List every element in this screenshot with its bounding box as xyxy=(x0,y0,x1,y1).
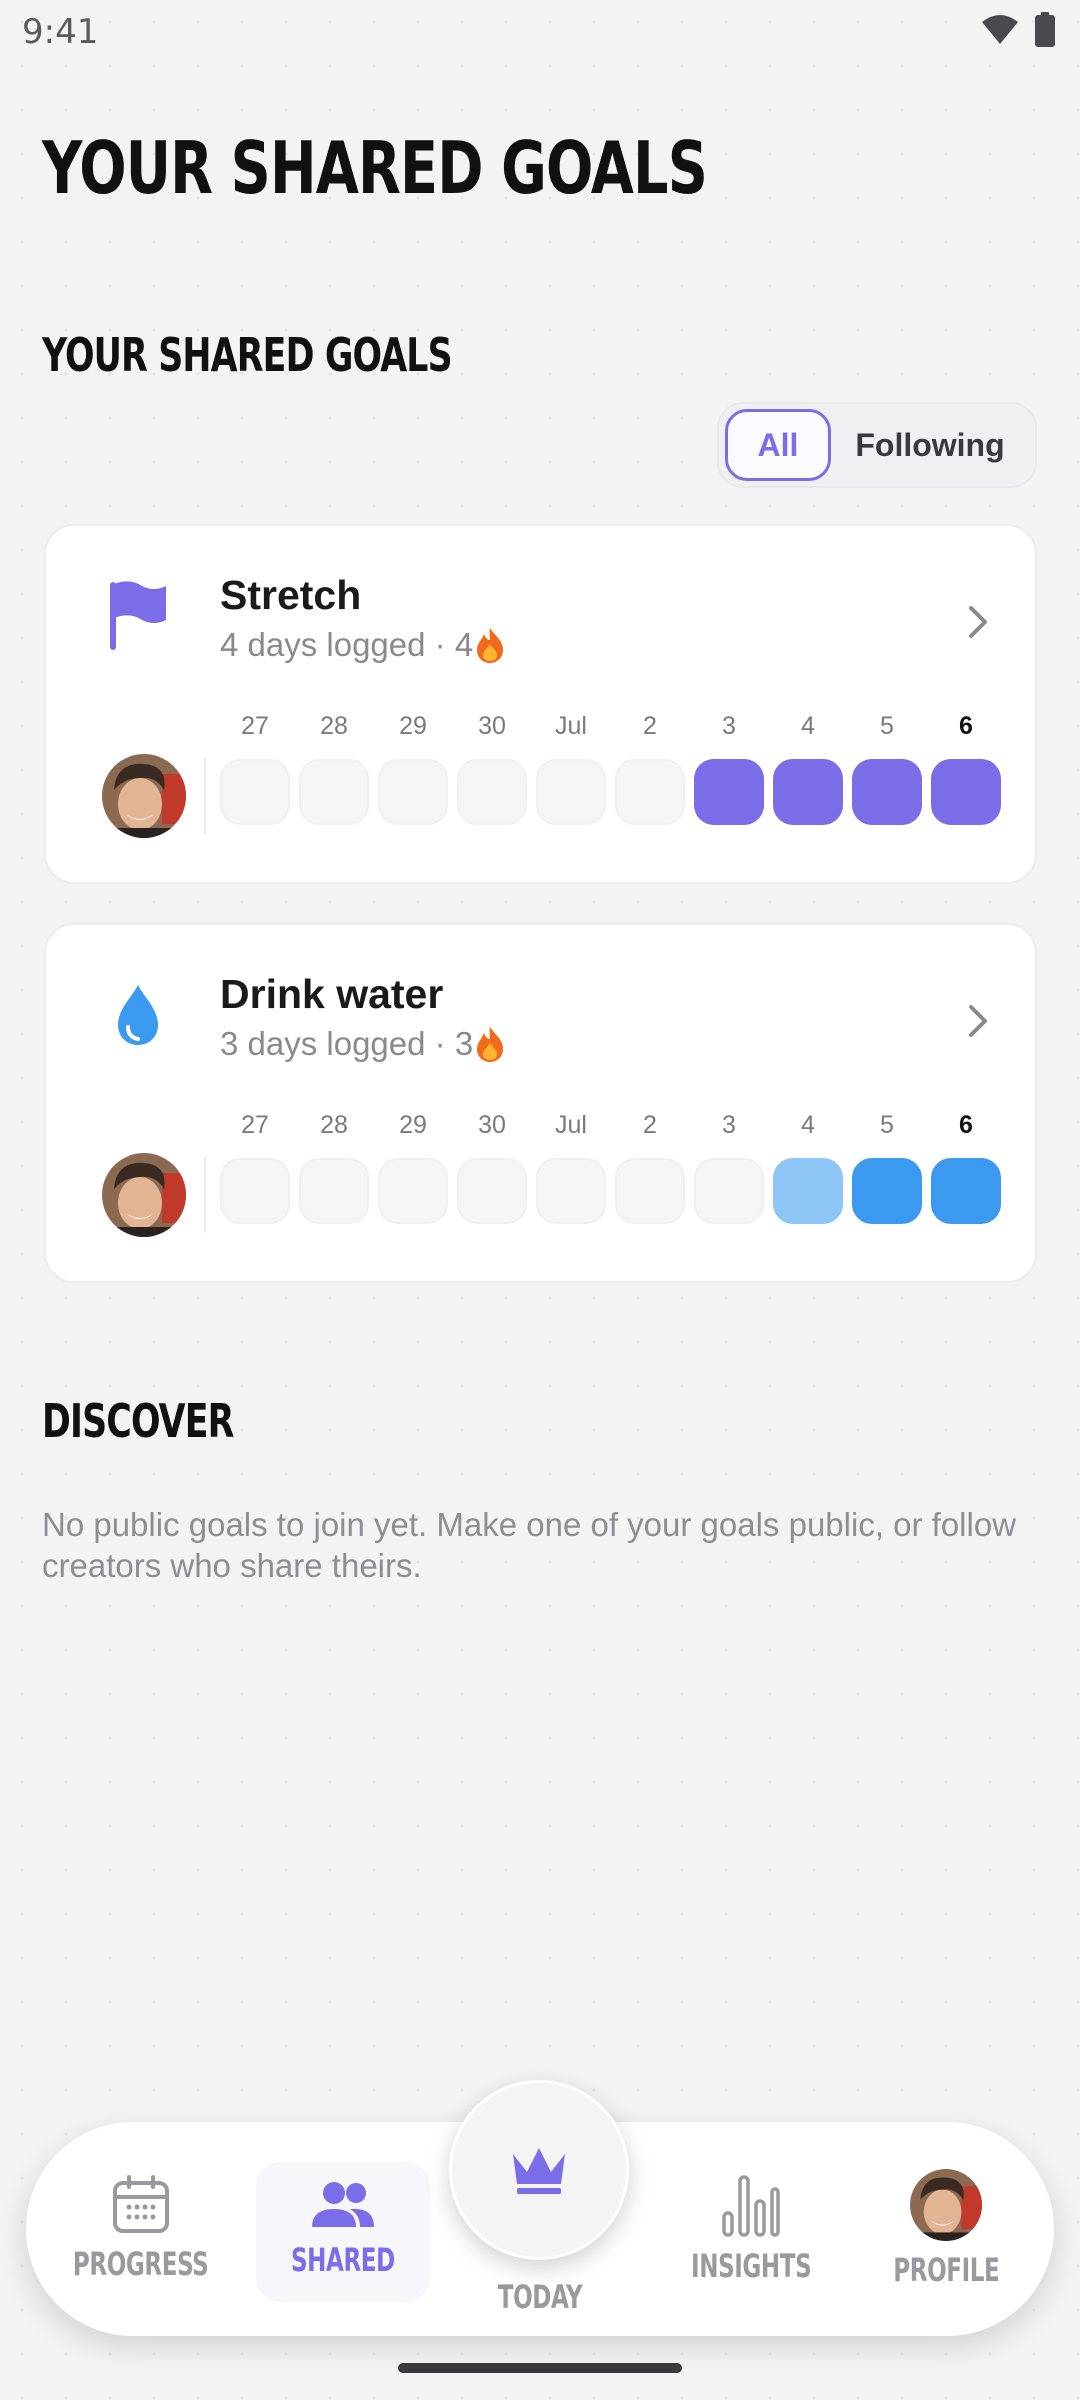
filter-following-button[interactable]: Following xyxy=(831,409,1029,481)
day-cell[interactable] xyxy=(220,759,290,825)
day-label: 30 xyxy=(478,712,506,740)
goal-subtitle-text: 3 days logged · 3 xyxy=(220,1025,474,1062)
day-label: Jul xyxy=(555,712,587,740)
day-label: 2 xyxy=(643,712,657,740)
nav-profile[interactable]: PROFILE xyxy=(866,2122,1026,2336)
goal-card-stretch[interactable]: Stretch 4 days logged · 4 27 28 29 30 Ju… xyxy=(44,524,1037,884)
nav-shared[interactable]: SHARED xyxy=(256,2122,430,2336)
day-label: 27 xyxy=(241,1111,269,1139)
goal-title: Drink water xyxy=(220,971,444,1017)
day-label: 29 xyxy=(399,712,427,740)
day-label: 3 xyxy=(722,712,736,740)
wifi-icon xyxy=(982,15,1018,44)
profile-avatar xyxy=(910,2169,982,2241)
filter-segmented-control: All Following xyxy=(717,402,1037,488)
status-bar: 9:41 xyxy=(0,0,1080,66)
goal-subtitle: 4 days logged · 4 xyxy=(220,626,507,664)
day-cell[interactable] xyxy=(457,1158,527,1224)
avatar[interactable] xyxy=(102,1153,186,1237)
day-cell[interactable] xyxy=(852,759,922,825)
day-label: 2 xyxy=(643,1111,657,1139)
day-labels: 27 28 29 30 Jul 2 3 4 5 6 xyxy=(220,1111,1001,1140)
battery-icon xyxy=(1035,12,1055,47)
day-cell[interactable] xyxy=(931,759,1001,825)
day-cell[interactable] xyxy=(299,759,369,825)
divider xyxy=(204,1157,206,1233)
nav-insights[interactable]: INSIGHTS xyxy=(666,2122,836,2336)
day-label: 5 xyxy=(880,1111,894,1139)
day-cell[interactable] xyxy=(220,1158,290,1224)
day-label: 3 xyxy=(722,1111,736,1139)
discover-title: DISCOVER xyxy=(42,1394,234,1448)
home-indicator xyxy=(398,2363,682,2373)
day-cells xyxy=(220,1158,1001,1224)
status-icons xyxy=(980,12,1056,48)
day-cell[interactable] xyxy=(457,759,527,825)
filter-all-button[interactable]: All xyxy=(725,409,831,481)
day-cell[interactable] xyxy=(378,1158,448,1224)
day-cell[interactable] xyxy=(773,1158,843,1224)
day-label: 4 xyxy=(801,712,815,740)
day-cell[interactable] xyxy=(694,759,764,825)
nav-profile-label: PROFILE xyxy=(892,2251,1000,2289)
today-button[interactable] xyxy=(449,2080,629,2260)
goal-title: Stretch xyxy=(220,572,362,618)
day-label: 4 xyxy=(801,1111,815,1139)
day-label: Jul xyxy=(555,1111,587,1139)
day-cell[interactable] xyxy=(536,759,606,825)
page-title: YOUR SHARED GOALS xyxy=(42,126,708,210)
nav-today-label: TODAY xyxy=(497,2278,583,2316)
crown-icon xyxy=(513,2148,565,2194)
day-cell[interactable] xyxy=(536,1158,606,1224)
nav-progress[interactable]: PROGRESS xyxy=(56,2122,226,2336)
nav-shared-label: SHARED xyxy=(291,2241,395,2279)
day-cell[interactable] xyxy=(378,759,448,825)
chevron-right-icon[interactable] xyxy=(963,1001,993,1041)
day-cell[interactable] xyxy=(299,1158,369,1224)
day-label: 5 xyxy=(880,712,894,740)
day-cell[interactable] xyxy=(773,759,843,825)
day-label: 28 xyxy=(320,1111,348,1139)
calendar-icon xyxy=(113,2175,169,2233)
nav-progress-label: PROGRESS xyxy=(73,2245,209,2283)
bar-chart-icon xyxy=(722,2175,780,2237)
people-icon xyxy=(312,2182,374,2227)
day-label-today: 6 xyxy=(959,712,973,740)
day-cell[interactable] xyxy=(615,1158,685,1224)
day-label: 28 xyxy=(320,712,348,740)
divider xyxy=(204,758,206,834)
day-cell[interactable] xyxy=(852,1158,922,1224)
nav-insights-label: INSIGHTS xyxy=(690,2247,812,2285)
goal-subtitle-text: 4 days logged · 4 xyxy=(220,626,474,663)
goal-card-drink-water[interactable]: Drink water 3 days logged · 3 27 28 29 3… xyxy=(44,923,1037,1283)
day-cell[interactable] xyxy=(615,759,685,825)
avatar[interactable] xyxy=(102,754,186,838)
fire-icon xyxy=(477,628,504,663)
water-drop-icon xyxy=(118,985,158,1045)
discover-empty-text: No public goals to join yet. Make one of… xyxy=(42,1506,1017,1584)
fire-icon xyxy=(477,1027,504,1062)
day-labels: 27 28 29 30 Jul 2 3 4 5 6 xyxy=(220,712,1001,741)
day-cell[interactable] xyxy=(694,1158,764,1224)
section-title: YOUR SHARED GOALS xyxy=(42,328,453,382)
chevron-right-icon[interactable] xyxy=(963,602,993,642)
day-label: 29 xyxy=(399,1111,427,1139)
day-cell[interactable] xyxy=(931,1158,1001,1224)
flag-icon xyxy=(110,581,166,650)
day-label: 27 xyxy=(241,712,269,740)
day-label-today: 6 xyxy=(959,1111,973,1139)
status-time: 9:41 xyxy=(22,12,99,52)
goal-subtitle: 3 days logged · 3 xyxy=(220,1025,507,1063)
day-label: 30 xyxy=(478,1111,506,1139)
day-cells xyxy=(220,759,1001,825)
